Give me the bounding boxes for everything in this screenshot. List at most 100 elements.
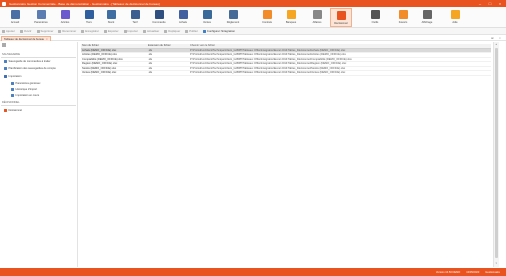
ribbon-button-commande[interactable]: Commande: [148, 8, 170, 27]
table-row[interactable]: Ventes (DEMO_OFFICE).xlsx .xls P:\ProGdriv…: [81, 71, 491, 76]
ribbon-button-ventes[interactable]: Ventes: [196, 8, 218, 27]
status-bar: Version 10.50 DEMO 10/05/2023 Gestionnai…: [0, 268, 506, 276]
column-header-name[interactable]: Nom du fichier: [81, 44, 147, 47]
display-icon: [422, 10, 432, 19]
toolbar-button-actualiser[interactable]: Actualiser: [142, 29, 159, 33]
status-date: 10/05/2023: [466, 270, 480, 274]
toolbar-icon: [142, 29, 146, 33]
sidebar-item-planification-des-sauvegardes-de-compte[interactable]: Planification des sauvegardes de compte: [4, 67, 56, 70]
toolbar-label: Importer: [127, 29, 138, 33]
pin-icon[interactable]: ⊞: [491, 36, 494, 40]
action-toolbar: Ajouter Ouvrir Supprimer Renommer Enregistre…: [0, 28, 506, 35]
cell-file-path: P:\ProGdrive\Client\Technique\Client_G2B…: [190, 53, 346, 57]
cell-file-name: Articles (DEMO_OFFICE).xlsx: [82, 53, 117, 57]
ribbon-button-tarif[interactable]: Tarif: [124, 8, 146, 27]
toolbar-button-enregistrer[interactable]: Enregistrer: [81, 29, 99, 33]
scroll-thumb[interactable]: [495, 48, 498, 258]
cell-file-name: Achats (DEMO_OFFICE).xlsx: [82, 48, 117, 52]
ribbon-button-d-cisionnel[interactable]: Décisionnel: [330, 8, 352, 27]
ribbon-label: Accueil: [10, 21, 20, 24]
cell-file-extension: .xls: [148, 57, 152, 61]
bell-icon: [262, 10, 272, 19]
ribbon-label: Paramètres: [34, 21, 48, 24]
sidebar-item-param-tres-g-n-raux[interactable]: Paramètres généraux: [11, 82, 40, 85]
cube-icon: [60, 10, 70, 19]
toolbar-button-configurer-l-int-gration[interactable]: Configurer l'intégration: [202, 29, 235, 33]
ribbon-button-accueil[interactable]: Accueil: [4, 8, 26, 27]
ribbon-button-affichage[interactable]: Affichage: [416, 8, 438, 27]
ribbon-button-aide[interactable]: Aide: [444, 8, 466, 27]
calendar-icon: [84, 10, 94, 19]
toolbar-button-importer[interactable]: Importer: [123, 29, 138, 33]
sidebar-item-label: Importation: [8, 75, 22, 78]
ribbon-button-affaires[interactable]: Affaires: [306, 8, 328, 27]
chart-icon: [202, 10, 212, 19]
cart-icon: [154, 10, 164, 19]
ribbon-button-favoris[interactable]: Favoris: [392, 8, 414, 27]
toolbar-button-renommer[interactable]: Renommer: [58, 29, 76, 33]
sidebar-item-sauvegarde-de-commandes-traiter[interactable]: Sauvegarde de commandes à traiter: [4, 60, 50, 63]
toolbar-label: Publier: [189, 29, 198, 33]
ribbon-button-r-glement[interactable]: Règlement: [222, 8, 244, 27]
scroll-up-icon[interactable]: ▲: [495, 43, 497, 46]
cell-file-path: P:\ProGdrive\Client\Technique\Client_G2B…: [190, 62, 347, 66]
sidebar-item-importation-en-cours[interactable]: Importation en cours: [11, 94, 39, 97]
window-title: Gestionnaire Gestion Commerciale - Base …: [9, 1, 160, 6]
sidebar-item-d-cisionnel[interactable]: Décisionnel: [4, 109, 22, 112]
toolbar-button-dupliquer[interactable]: Dupliquer: [164, 29, 180, 33]
cell-file-path: P:\ProGdrive\Client\Technique\Client_G2B…: [190, 48, 346, 52]
toolbar-button-publier[interactable]: Publier: [185, 29, 198, 33]
ribbon-button-stock[interactable]: Stock: [100, 8, 122, 27]
minimize-button[interactable]: –: [475, 0, 485, 7]
truck-icon: [178, 10, 188, 19]
tab-label: Tableaux de décisionnel de bureau: [4, 37, 45, 41]
toolbar-label: Renommer: [62, 29, 77, 33]
ribbon: Accueil Paramètres Articles Tiers Stock Tarif…: [0, 7, 506, 28]
ribbon-label: Favoris: [398, 21, 408, 24]
toolbar-button-supprimer[interactable]: Supprimer: [36, 29, 53, 33]
sidebar: SAUVEGARDE DÉCISIONNEL Sauvegarde de com…: [0, 42, 78, 267]
ribbon-button-contrats[interactable]: Contrats: [256, 8, 278, 27]
toolbar-label: Exporter: [107, 29, 119, 33]
list-icon: [36, 10, 46, 19]
sidebar-item-historique-d-import[interactable]: Historique d'import: [11, 88, 37, 91]
toolbar-icon: [81, 29, 85, 33]
toolbar-button-ajouter[interactable]: Ajouter: [2, 29, 15, 33]
file-grid: Nom du fichier Extension du fichier Chem…: [81, 44, 491, 76]
doc-icon: [4, 67, 7, 70]
ribbon-label: Banques: [285, 21, 297, 24]
cell-file-path: P:\ProGdrive\Client\Technique\Client_G2B…: [190, 57, 352, 61]
scroll-down-icon[interactable]: ▼: [495, 262, 497, 265]
sidebar-section-sauvegarde: SAUVEGARDE: [2, 53, 21, 56]
bank-icon: [286, 10, 296, 19]
sidebar-item-importation[interactable]: Importation: [4, 75, 21, 78]
pie-chart-icon: [336, 11, 346, 20]
toolbar-button-ouvrir[interactable]: Ouvrir: [19, 29, 32, 33]
ribbon-label: Contrats: [262, 21, 272, 24]
close-button[interactable]: ×: [495, 0, 505, 7]
tag-icon: [130, 10, 140, 19]
vertical-scrollbar[interactable]: ▲ ▼: [493, 42, 499, 267]
close-tab-icon[interactable]: ×: [46, 38, 48, 41]
home-icon: [10, 10, 20, 19]
ribbon-button-articles[interactable]: Articles: [54, 8, 76, 27]
sidebar-item-label: Sauvegarde de commandes à traiter: [8, 60, 51, 63]
ribbon-button-achats[interactable]: Achats: [172, 8, 194, 27]
column-header-extension[interactable]: Extension du fichier: [147, 44, 189, 47]
ribbon-button-banques[interactable]: Banques: [280, 8, 302, 27]
toolbar-label: Ajouter: [6, 29, 15, 33]
ribbon-label: Tarif: [132, 21, 138, 24]
column-header-path[interactable]: Chemin vers le fichier: [189, 44, 491, 47]
maximize-button[interactable]: □: [485, 0, 495, 7]
ribbon-button-tiers[interactable]: Tiers: [78, 8, 100, 27]
toolbar-button-exporter[interactable]: Exporter: [103, 29, 119, 33]
cell-file-name: Stocks (DEMO_OFFICE).xlsx: [82, 66, 117, 70]
settings-icon: [11, 82, 14, 85]
toolbar-icon: [36, 29, 40, 33]
ribbon-button-outils[interactable]: Outils: [364, 8, 386, 27]
tab-tableaux-decisionnel[interactable]: Tableaux de décisionnel de bureau ×: [1, 36, 51, 41]
cell-file-extension: .xls: [148, 48, 152, 52]
collapse-sidebar-icon[interactable]: [2, 43, 6, 47]
ribbon-button-param-tres[interactable]: Paramètres: [30, 8, 52, 27]
close-panel-icon[interactable]: ×: [499, 36, 501, 40]
